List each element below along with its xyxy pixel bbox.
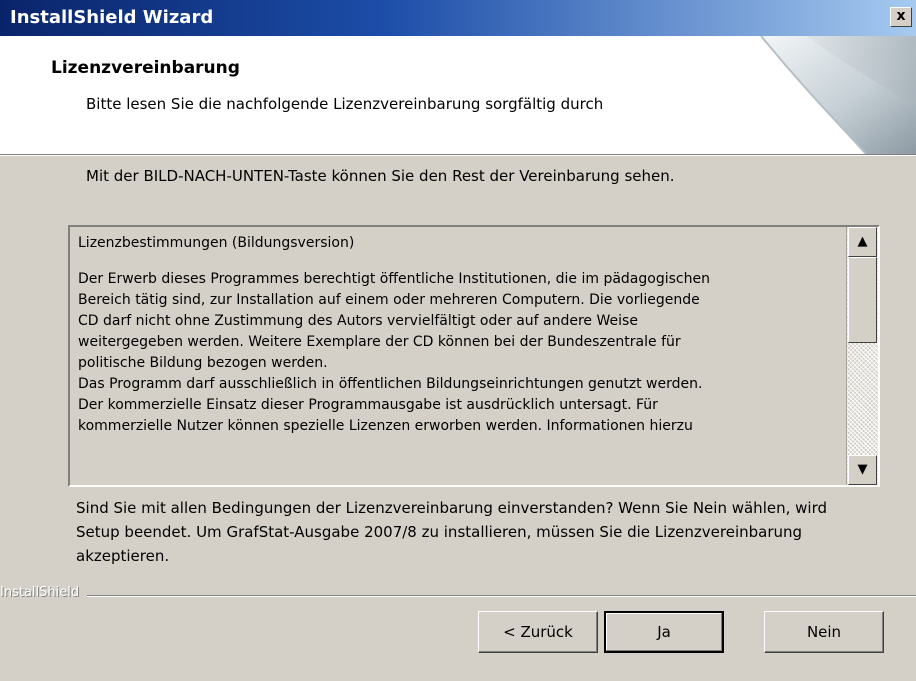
title-bar[interactable]: InstallShield Wizard x — [0, 0, 916, 36]
arrow-down-icon: ▼ — [857, 462, 868, 477]
scroll-up-button[interactable]: ▲ — [848, 227, 877, 257]
license-line: kommerzielle Nutzer können spezielle Liz… — [78, 418, 693, 434]
scroll-down-button[interactable]: ▼ — [848, 455, 877, 485]
arrow-up-icon: ▲ — [857, 234, 868, 249]
acceptance-question: Sind Sie mit allen Bedingungen der Lizen… — [76, 499, 827, 565]
license-line: Der kommerzielle Einsatz dieser Programm… — [78, 397, 658, 413]
license-line: CD darf nicht ohne Zustimmung des Autors… — [78, 313, 638, 329]
brand-label: InstallShield — [0, 585, 88, 600]
header-title: Lizenzvereinbarung — [51, 58, 240, 78]
license-text-box[interactable]: Lizenzbestimmungen (Bildungsversion) Der… — [68, 225, 880, 487]
instruction-text: Mit der BILD-NACH-UNTEN-Taste können Sie… — [86, 167, 675, 185]
license-line: politische Bildung bezogen werden. — [78, 355, 328, 371]
license-line: weitergegeben werden. Weitere Exemplare … — [78, 334, 681, 350]
installshield-window: InstallShield Wizard x Lizenzvereinbarun… — [0, 0, 916, 681]
back-button[interactable]: < Zurück — [478, 611, 598, 653]
close-icon: x — [896, 8, 906, 24]
license-heading: Lizenzbestimmungen (Bildungsversion) — [78, 235, 355, 251]
installshield-brand-divider: InstallShield — [0, 585, 916, 605]
yes-button[interactable]: Ja — [604, 611, 724, 653]
header-divider — [0, 155, 916, 156]
header-decoration-icon — [760, 36, 916, 154]
window-title: InstallShield Wizard — [10, 7, 214, 28]
close-button[interactable]: x — [890, 7, 912, 27]
license-line: Bereich tätig sind, zur Installation auf… — [78, 292, 700, 308]
scroll-thumb[interactable] — [848, 257, 877, 343]
divider-line — [0, 595, 916, 597]
header-subtitle: Bitte lesen Sie die nachfolgende Lizenzv… — [86, 95, 604, 113]
license-text: Lizenzbestimmungen (Bildungsversion) Der… — [78, 233, 838, 437]
license-line: Das Programm darf ausschließlich in öffe… — [78, 376, 703, 392]
vertical-scrollbar[interactable]: ▲ ▼ — [846, 227, 878, 485]
wizard-header: Lizenzvereinbarung Bitte lesen Sie die n… — [0, 36, 916, 155]
license-line: Der Erwerb dieses Programmes berechtigt … — [78, 271, 710, 287]
no-button[interactable]: Nein — [764, 611, 884, 653]
